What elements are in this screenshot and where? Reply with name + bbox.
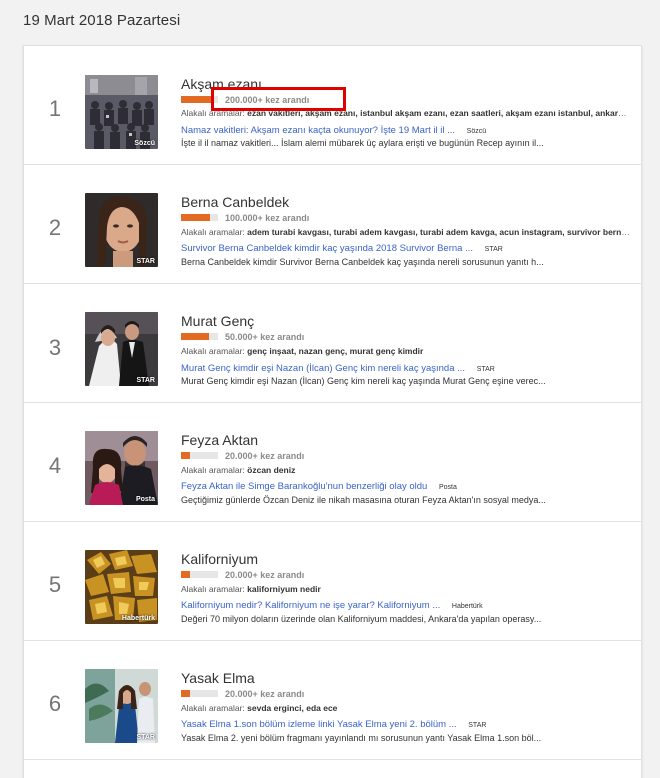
rank-number: 3 xyxy=(48,335,62,360)
thumbnail-source-label: STAR xyxy=(136,734,155,741)
related-searches-list[interactable]: adem turabi kavgası, turabi adem kavgası… xyxy=(247,227,631,237)
trend-title[interactable]: Yasak Elma xyxy=(181,670,255,686)
search-volume-bar xyxy=(181,571,218,578)
related-searches-list[interactable]: özcan deniz xyxy=(247,465,295,475)
article-snippet: Değeri 70 milyon doların üzerinde olan K… xyxy=(181,614,542,624)
trend-row[interactable]: 3 STAR Murat Genç 50.000+ kez arandı Ala… xyxy=(24,284,641,403)
article-source: Posta xyxy=(438,484,457,491)
related-searches: Alakalı aramalar: genç inşaat, nazan gen… xyxy=(181,346,631,356)
trend-title[interactable]: Kaliforniyum xyxy=(181,551,258,567)
rank-number: 1 xyxy=(48,96,62,121)
thumbnail-source-label: STAR xyxy=(136,258,155,265)
article-link[interactable]: Feyza Aktan ile Simge Barankoğlu'nun ben… xyxy=(181,481,457,492)
article-title[interactable]: Namaz vakitleri: Akşam ezanı kaçta okunu… xyxy=(181,125,455,136)
related-searches: Alakalı aramalar: adem turabi kavgası, t… xyxy=(181,227,631,237)
thumbnail-source-label: STAR xyxy=(136,377,155,384)
article-title[interactable]: Murat Genç kimdir eşi Nazan (İlcan) Genç… xyxy=(181,363,465,374)
rank-number: 4 xyxy=(48,453,62,478)
thumbnail-source-label: Habertürk xyxy=(121,615,155,622)
thumbnail-source-label: Posta xyxy=(135,496,155,503)
article-title[interactable]: Yasak Elma 1.son bölüm izleme linki Yasa… xyxy=(181,719,457,730)
search-count: 20.000+ kez arandı xyxy=(225,689,305,699)
related-searches-prefix: Alakalı aramalar: xyxy=(181,703,245,713)
search-volume-bar xyxy=(181,214,218,221)
thumbnail-source-label: Sözcü xyxy=(134,140,155,147)
trend-title[interactable]: Murat Genç xyxy=(181,313,254,329)
search-count: 20.000+ kez arandı xyxy=(225,451,305,461)
related-searches: Alakalı aramalar: kaliforniyum nedir xyxy=(181,584,631,594)
rank-number: 6 xyxy=(48,691,62,716)
article-link[interactable]: Survivor Berna Canbeldek kimdir kaç yaşı… xyxy=(181,243,503,254)
search-volume-bar xyxy=(181,690,218,697)
trend-row[interactable]: 2 STAR Berna Canbeldek 100.000+ kez aran… xyxy=(24,165,641,284)
related-searches-prefix: Alakalı aramalar: xyxy=(181,465,245,475)
article-snippet: Murat Genç kimdir eşi Nazan (İlcan) Genç… xyxy=(181,376,546,386)
rank-number: 5 xyxy=(48,572,62,597)
article-snippet: İşte il il namaz vakitleri... İslam alem… xyxy=(181,138,544,148)
trend-title[interactable]: Berna Canbeldek xyxy=(181,194,289,210)
article-snippet: Geçtiğimiz günlerde Özcan Deniz ile nika… xyxy=(181,495,546,505)
thumbnail-image[interactable]: Habertürk xyxy=(85,550,158,624)
related-searches-list[interactable]: genç inşaat, nazan genç, murat genç kimd… xyxy=(247,346,423,356)
related-searches-list[interactable]: kaliforniyum nedir xyxy=(247,584,321,594)
page-date-title: 19 Mart 2018 Pazartesi xyxy=(23,12,181,29)
search-count: 100.000+ kez arandı xyxy=(225,213,310,223)
article-title[interactable]: Survivor Berna Canbeldek kimdir kaç yaşı… xyxy=(181,243,473,254)
related-searches: Alakalı aramalar: sevda erginci, eda ece xyxy=(181,703,631,713)
article-source: Habertürk xyxy=(451,603,483,610)
search-volume-bar xyxy=(181,333,218,340)
trend-title[interactable]: Feyza Aktan xyxy=(181,432,258,448)
article-source: STAR xyxy=(468,722,487,729)
thumbnail-image[interactable]: Sözcü xyxy=(85,75,158,149)
thumbnail-image[interactable]: STAR xyxy=(85,312,158,386)
related-searches-prefix: Alakalı aramalar: xyxy=(181,584,245,594)
search-count: 50.000+ kez arandı xyxy=(225,332,305,342)
search-volume-bar xyxy=(181,452,218,459)
thumbnail-image[interactable]: Posta xyxy=(85,431,158,505)
trend-row[interactable]: 4 Posta Feyza Aktan 20.000+ kez arandı A… xyxy=(24,403,641,522)
article-link[interactable]: Namaz vakitleri: Akşam ezanı kaçta okunu… xyxy=(181,125,486,136)
thumbnail-image[interactable]: STAR xyxy=(85,193,158,267)
article-snippet: Yasak Elma 2. yeni bölüm fragmanı yayınl… xyxy=(181,733,542,743)
article-snippet: Berna Canbeldek kimdir Survivor Berna Ca… xyxy=(181,257,544,267)
trend-row[interactable]: 1 Sözcü Akşam ezanı 200.000+ kez arandı xyxy=(24,46,641,165)
related-searches-list[interactable]: sevda erginci, eda ece xyxy=(247,703,337,713)
trending-list: 1 Sözcü Akşam ezanı 200.000+ kez arandı xyxy=(23,45,642,778)
article-link[interactable]: Murat Genç kimdir eşi Nazan (İlcan) Genç… xyxy=(181,363,495,374)
article-title[interactable]: Kaliforniyum nedir? Kaliforniyum ne işe … xyxy=(181,600,440,611)
article-source: STAR xyxy=(476,366,495,373)
related-searches-prefix: Alakalı aramalar: xyxy=(181,227,245,237)
article-source: Sözcü xyxy=(466,128,487,135)
article-title[interactable]: Feyza Aktan ile Simge Barankoğlu'nun ben… xyxy=(181,481,427,492)
article-source: STAR xyxy=(484,246,503,253)
trend-row[interactable]: 5 Habertürk Kaliforniyum 20.000+ kez ara… xyxy=(24,522,641,641)
search-count: 20.000+ kez arandı xyxy=(225,570,305,580)
annotation-highlight-box xyxy=(211,87,346,111)
related-searches: Alakalı aramalar: özcan deniz xyxy=(181,465,631,475)
trend-row[interactable]: 6 STAR Yasak Elma 20.000+ kez arandı Ala… xyxy=(24,641,641,760)
rank-number: 2 xyxy=(48,215,62,240)
related-searches-prefix: Alakalı aramalar: xyxy=(181,346,245,356)
article-link[interactable]: Kaliforniyum nedir? Kaliforniyum ne işe … xyxy=(181,600,483,611)
thumbnail-image[interactable]: STAR xyxy=(85,669,158,743)
article-link[interactable]: Yasak Elma 1.son bölüm izleme linki Yasa… xyxy=(181,719,486,730)
